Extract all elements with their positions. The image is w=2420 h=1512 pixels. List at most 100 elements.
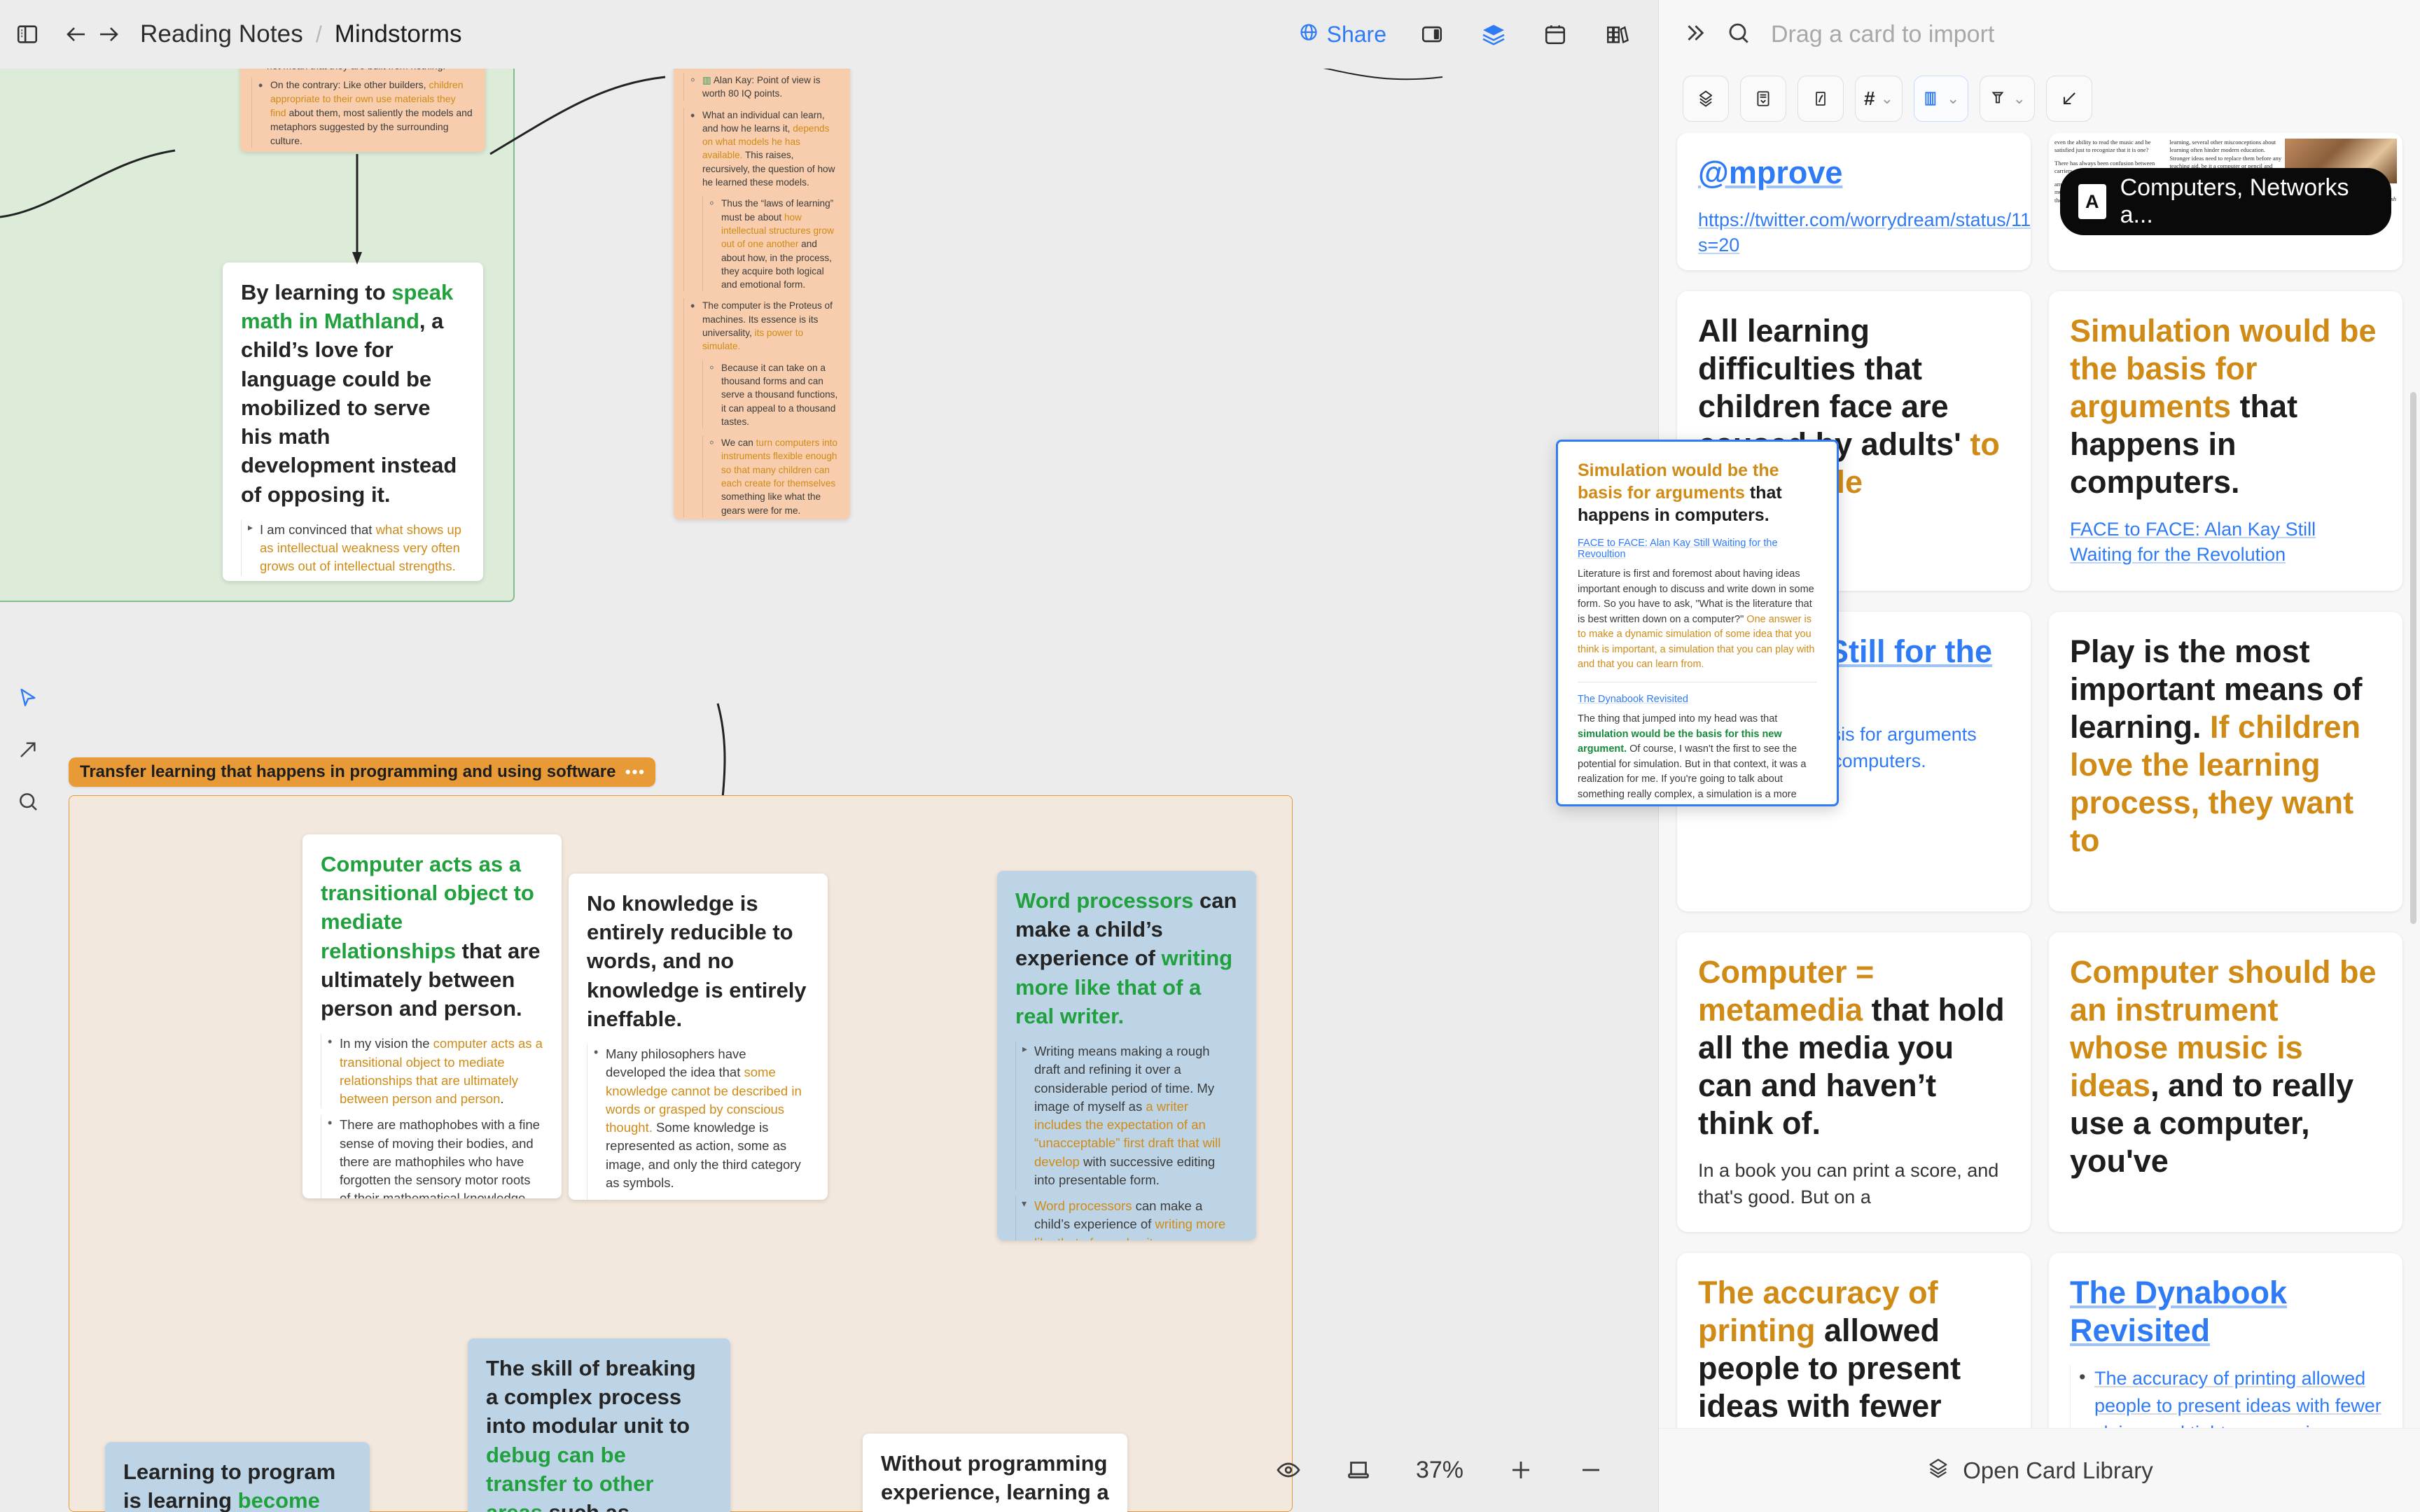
- canvas-bottom-toolbar: 37%: [0, 1428, 1658, 1512]
- popup-title: Simulation would be the basis for argume…: [1578, 460, 1817, 526]
- library-card-source[interactable]: FACE to FACE: Alan Kay Still Waiting for…: [2070, 517, 2381, 568]
- pdf-icon: A: [2078, 184, 2106, 219]
- title-part: Computer = metamedia: [1698, 954, 1875, 1028]
- forward-arrow-icon[interactable]: [92, 18, 125, 50]
- breadcrumb-root[interactable]: Reading Notes: [140, 20, 303, 48]
- calendar-icon[interactable]: [1539, 18, 1571, 50]
- tool-rail: [7, 672, 49, 827]
- pdf-title-badge[interactable]: A Computers, Networks a...: [2060, 168, 2391, 235]
- zoom-tool-icon[interactable]: [7, 776, 49, 827]
- library-card-note[interactable]: Simulation would be the basis for argume…: [2049, 291, 2402, 591]
- canvas-pane: , incompletely specified, es such as "th…: [0, 0, 1658, 1512]
- bookshelf-icon[interactable]: [1601, 18, 1633, 50]
- card-bullet: Many philosophers have developed the ide…: [587, 1044, 809, 1200]
- group-menu-dots[interactable]: •••: [625, 763, 646, 781]
- card-title: No knowledge is entirely reducible to wo…: [587, 891, 807, 1031]
- highlight-filter-button[interactable]: ⌄: [1980, 76, 2035, 122]
- sort-button[interactable]: [2045, 76, 2092, 122]
- top-toolbar: Reading Notes / Mindstorms Share: [0, 0, 1658, 69]
- chevron-down-icon: ⌄: [2012, 90, 2026, 107]
- book-filter-button[interactable]: ⌄: [1914, 76, 1969, 122]
- canvas-card-alan-kay[interactable]: ▥ Alan Kay: Point of view is worth 80 IQ…: [674, 64, 850, 519]
- import-search-input[interactable]: Drag a card to import: [1771, 21, 2396, 48]
- canvas-group-header[interactable]: Transfer learning that happens in progra…: [69, 757, 655, 787]
- library-card-note[interactable]: Play is the most important means of lear…: [2049, 612, 2402, 911]
- card-bullet: Word processors can make a child’s exper…: [1015, 1196, 1238, 1240]
- note-filter-button[interactable]: [1740, 76, 1786, 122]
- top-toolbar-actions: Share: [1299, 0, 1633, 69]
- card-title: By learning to speak math in Mathland, a…: [241, 280, 457, 507]
- cursor-tool-icon[interactable]: [7, 672, 49, 724]
- back-arrow-icon[interactable]: [60, 18, 92, 50]
- library-footer: Open Card Library: [1659, 1428, 2420, 1512]
- card-bullet: Bruner has asserted that “words and diag…: [606, 1198, 809, 1200]
- library-card-note[interactable]: Computer should be an instrument whose m…: [2049, 932, 2402, 1232]
- library-card-body: In a book you can print a score, and tha…: [1698, 1160, 1999, 1208]
- canvas-card-transitional-object[interactable]: Computer acts as a transitional object t…: [302, 834, 562, 1198]
- library-header: Drag a card to import: [1659, 0, 2420, 69]
- pdf-text: even the ability to read the music and b…: [2054, 139, 2151, 154]
- sidebar-toggle-icon[interactable]: [11, 18, 43, 50]
- stack-filter-button[interactable]: [1683, 76, 1729, 122]
- card-title: Word processors can make a child’s exper…: [1015, 888, 1237, 1028]
- library-card-title: Computer = metamedia that hold all the m…: [1698, 953, 2010, 1142]
- share-label: Share: [1326, 21, 1386, 47]
- popup-source-1[interactable]: FACE to FACE: Alan Kay Still Waiting for…: [1578, 538, 1817, 560]
- library-card-pdf[interactable]: even the ability to read the music and b…: [2049, 133, 2402, 270]
- tag-filter-button[interactable]: # ⌄: [1855, 76, 1903, 122]
- popup-source-2[interactable]: The Dynabook Revisited: [1578, 694, 1817, 705]
- popup-body-plain: The thing that jumped into my head was t…: [1578, 713, 1778, 725]
- card-bullet: What an individual can learn, and how he…: [683, 107, 840, 292]
- library-card-url[interactable]: https://twitter.com/worrydream/status/11…: [1698, 207, 2031, 258]
- popup-body-2: The thing that jumped into my head was t…: [1578, 712, 1817, 804]
- hash-icon: #: [1864, 88, 1875, 109]
- breadcrumb-current[interactable]: Mindstorms: [335, 20, 462, 48]
- pdf-badge-label: Computers, Networks a...: [2120, 174, 2349, 228]
- zoom-in-button[interactable]: [1508, 1457, 1534, 1483]
- library-card-title[interactable]: @mprove: [1698, 154, 2010, 192]
- pdf-filter-button[interactable]: [1797, 76, 1844, 122]
- book-icon: ▥: [702, 75, 711, 85]
- double-chevron-right-icon[interactable]: [1683, 21, 1706, 48]
- card-detail-popup[interactable]: Simulation would be the basis for argume…: [1556, 440, 1839, 806]
- library-card-title: Play is the most important means of lear…: [2070, 633, 2381, 860]
- zoom-out-button[interactable]: [1578, 1457, 1604, 1483]
- card-bullet: Thus the “laws of learning” must be abou…: [702, 195, 840, 292]
- canvas-card-no-knowledge[interactable]: No knowledge is entirely reducible to wo…: [569, 874, 828, 1200]
- chevron-down-icon: ⌄: [1880, 90, 1894, 107]
- card-bullet: In my vision the computer acts as a tran…: [321, 1033, 543, 1109]
- group-header-label: Transfer learning that happens in progra…: [80, 762, 616, 781]
- library-scrollbar[interactable]: [2410, 392, 2416, 924]
- library-filter-toolbar: # ⌄ ⌄ ⌄: [1659, 69, 2420, 134]
- card-bullet: Writing means making a rough draft and r…: [1015, 1042, 1238, 1190]
- title-part: Simulation would be the basis for argume…: [2070, 313, 2377, 424]
- split-view-icon[interactable]: [1416, 18, 1448, 50]
- popup-body-1: Literature is first and foremost about h…: [1578, 567, 1817, 672]
- card-bullet: ▥ Alan Kay: Point of view is worth 80 IQ…: [683, 71, 840, 101]
- layers-icon: [1926, 1457, 1950, 1484]
- library-card-title: Computer should be an instrument whose m…: [2070, 953, 2381, 1180]
- canvas-card-word-processors[interactable]: Word processors can make a child’s exper…: [997, 871, 1256, 1240]
- share-button[interactable]: Share: [1299, 22, 1386, 48]
- library-card-title: The accuracy of printing allowed people …: [1698, 1274, 2010, 1449]
- card-bullet: There are mathophobes with a fine sense …: [321, 1114, 543, 1198]
- zoom-level-label: 37%: [1415, 1456, 1463, 1483]
- library-card-title: Simulation would be the basis for argume…: [2070, 312, 2381, 501]
- mindmap-canvas[interactable]: , incompletely specified, es such as "th…: [0, 0, 1658, 1512]
- open-card-library-button[interactable]: Open Card Library: [1963, 1457, 2153, 1484]
- search-icon[interactable]: [1726, 20, 1751, 49]
- fit-to-screen-icon[interactable]: [1346, 1457, 1371, 1483]
- canvas-card-mathland[interactable]: By learning to speak math in Mathland, a…: [223, 262, 483, 581]
- library-card-link[interactable]: @mprove https://twitter.com/worrydream/s…: [1677, 133, 2031, 270]
- link-tool-icon[interactable]: [7, 724, 49, 776]
- library-card-note[interactable]: The accuracy of printing allowed people …: [1677, 1253, 2031, 1449]
- chevron-down-icon: ⌄: [1947, 90, 1960, 107]
- breadcrumb: Reading Notes / Mindstorms: [140, 20, 462, 48]
- library-card-note[interactable]: Computer = metamedia that hold all the m…: [1677, 932, 2031, 1232]
- globe-icon: [1299, 22, 1319, 48]
- layers-icon[interactable]: [1477, 18, 1510, 50]
- library-card-outline[interactable]: The Dynabook Revisited The accuracy of p…: [2049, 1253, 2402, 1449]
- eye-icon[interactable]: [1276, 1457, 1301, 1483]
- app-root: , incompletely specified, es such as "th…: [0, 0, 2420, 1512]
- library-card-title[interactable]: The Dynabook Revisited: [2070, 1274, 2381, 1350]
